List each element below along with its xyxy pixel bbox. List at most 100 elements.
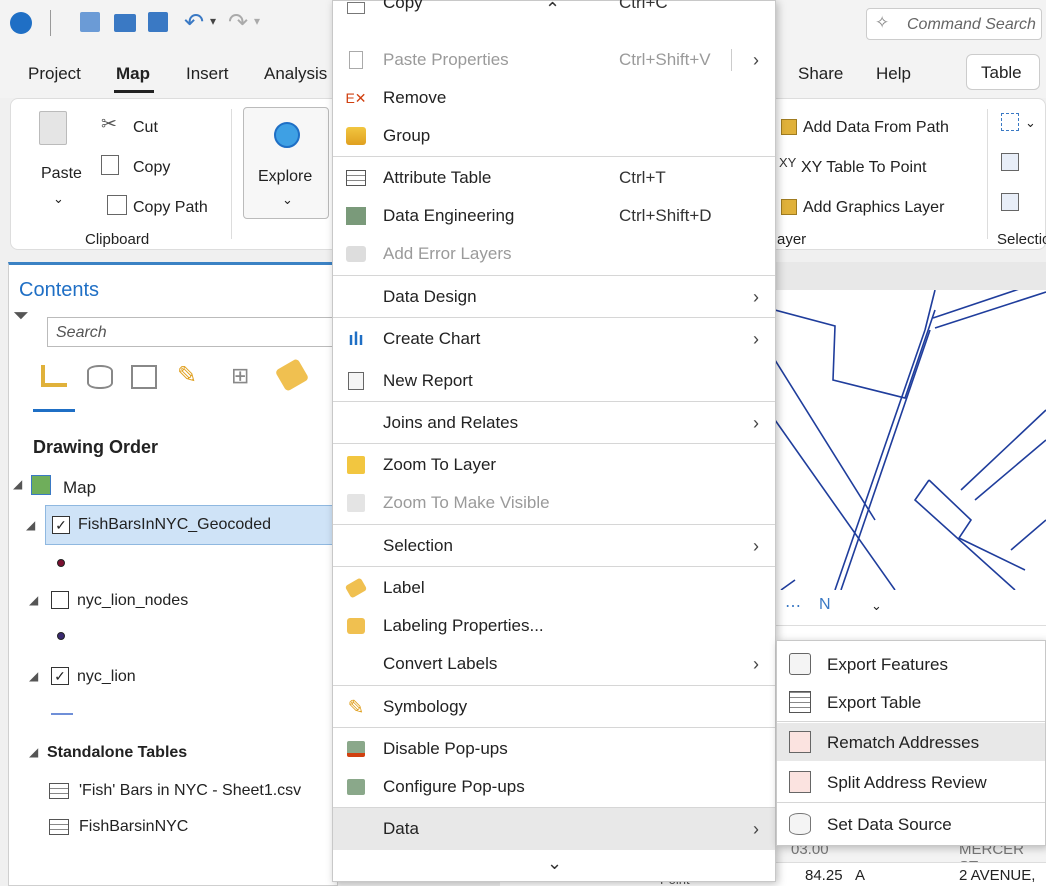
search-placeholder: Search	[56, 324, 107, 341]
menu-item-zoom-to-layer[interactable]: Zoom To Layer	[333, 446, 775, 484]
menu-item-data-engineering[interactable]: Data Engineering Ctrl+Shift+D	[333, 197, 775, 235]
expand-icon[interactable]: ◢	[13, 477, 22, 491]
new-project-icon[interactable]	[80, 12, 100, 32]
paste-button[interactable]: Paste	[41, 165, 82, 183]
menu-item-label: Disable Pop-ups	[383, 739, 508, 758]
menu-item-labeling-properties[interactable]: Labeling Properties...	[333, 607, 775, 645]
submenu-item-split-address-review[interactable]: Split Address Review	[777, 763, 1045, 801]
copy-button[interactable]: Copy	[133, 159, 170, 177]
menu-item-label: Group	[383, 126, 431, 145]
submenu-item-rematch-addresses[interactable]: Rematch Addresses	[777, 723, 1045, 761]
expand-icon[interactable]: ◢	[29, 745, 38, 759]
table-tool-icon[interactable]: ⋯	[785, 596, 801, 616]
menu-item-label: Remove	[383, 88, 447, 107]
list-by-labeling-icon[interactable]	[274, 358, 310, 392]
standalone-table-name[interactable]: FishBarsinNYC	[79, 818, 188, 836]
menu-item-create-chart[interactable]: ılı Create Chart ›	[333, 320, 775, 358]
menu-item-remove[interactable]: E✕ Remove	[333, 79, 775, 117]
menu-item-data[interactable]: Data ›	[333, 808, 775, 850]
tab-map[interactable]: Map	[116, 64, 150, 84]
street-line	[1010, 519, 1046, 551]
list-by-snapping-icon[interactable]: ⊞	[231, 363, 249, 389]
select-icon[interactable]	[1001, 113, 1019, 131]
menu-item-disable-popups[interactable]: Disable Pop-ups	[333, 730, 775, 768]
list-by-selection-icon[interactable]	[131, 365, 157, 389]
tab-share[interactable]: Share	[798, 64, 843, 84]
table-row[interactable]: 84.25 A 2 AVENUE, 1	[775, 862, 1046, 886]
map-label[interactable]: Map	[63, 478, 96, 498]
menu-item-label: Joins and Relates	[383, 413, 519, 432]
table-cell: 84.25	[805, 867, 843, 884]
layer-group-label: ayer	[777, 231, 807, 248]
layer-row-fishbars[interactable]: ◢ ✓ FishBarsInNYC_Geocoded	[26, 505, 341, 545]
sparkle-icon: ✧	[875, 13, 890, 32]
contents-pane: Contents ⏷ Search ✎ ⊞ Drawing Order ◢ Ma…	[8, 262, 347, 886]
table-tool-dropdown-icon[interactable]: ⌄	[871, 598, 882, 614]
submenu-item-export-table[interactable]: Export Table	[777, 683, 1045, 721]
open-project-icon[interactable]	[114, 14, 136, 32]
select-by-attributes-icon[interactable]	[1001, 153, 1019, 171]
standalone-table-name[interactable]: 'Fish' Bars in NYC - Sheet1.csv	[79, 782, 301, 800]
layer-checkbox[interactable]	[51, 591, 69, 609]
menu-item-add-error-layers[interactable]: Add Error Layers	[333, 235, 775, 273]
filter-icon[interactable]: ⏷	[13, 305, 29, 328]
redo-dropdown-icon[interactable]: ▾	[254, 14, 260, 28]
command-search[interactable]: ✧ Command Search	[866, 8, 1042, 40]
undo-icon[interactable]: ↶	[184, 8, 204, 37]
list-by-source-icon[interactable]	[87, 365, 113, 389]
menu-item-convert-labels[interactable]: Convert Labels ›	[333, 645, 775, 683]
menu-item-copy[interactable]: Copy Ctrl+C	[333, 0, 775, 27]
expand-icon[interactable]: ◢	[26, 518, 35, 532]
table-cell: 2 AVENUE, 1	[959, 867, 1036, 886]
tab-table[interactable]: Table	[966, 54, 1040, 90]
submenu-item-export-features[interactable]: Export Features	[777, 645, 1045, 683]
save-project-icon[interactable]	[148, 12, 168, 32]
cut-button[interactable]: Cut	[133, 119, 158, 137]
submenu-arrow-icon: ›	[753, 818, 759, 839]
menu-item-label[interactable]: Label	[333, 569, 775, 607]
list-by-editing-icon[interactable]: ✎	[177, 361, 197, 390]
menu-item-selection[interactable]: Selection ›	[333, 527, 775, 565]
map-view[interactable]	[774, 279, 1046, 591]
menu-item-configure-popups[interactable]: Configure Pop-ups	[333, 768, 775, 806]
menu-item-attribute-table[interactable]: Attribute Table Ctrl+T	[333, 159, 775, 197]
expand-icon[interactable]: ◢	[29, 669, 38, 683]
tab-project[interactable]: Project	[28, 64, 81, 84]
menu-item-zoom-to-make-visible[interactable]: Zoom To Make Visible	[333, 484, 775, 522]
contents-search-input[interactable]: Search	[47, 317, 347, 347]
list-by-drawing-order-icon[interactable]	[41, 365, 67, 387]
paste-properties-icon	[345, 49, 367, 71]
select-dropdown-icon[interactable]: ⌄	[1025, 115, 1036, 131]
layer-name[interactable]: nyc_lion_nodes	[77, 592, 188, 610]
layer-checkbox[interactable]: ✓	[52, 516, 70, 534]
layer-context-menu: ⌃ Copy Ctrl+C Paste Properties Ctrl+Shif…	[332, 0, 776, 882]
tab-insert[interactable]: Insert	[186, 64, 229, 84]
undo-dropdown-icon[interactable]: ▾	[210, 14, 216, 28]
point-symbol-icon	[57, 632, 65, 640]
xy-table-to-point-button[interactable]: XY Table To Point	[801, 159, 926, 177]
menu-item-symbology[interactable]: ✎ Symbology	[333, 688, 775, 726]
menu-item-paste-properties[interactable]: Paste Properties Ctrl+Shift+V ›	[333, 41, 775, 79]
redo-icon[interactable]: ↷	[228, 8, 248, 37]
select-by-location-icon[interactable]	[1001, 193, 1019, 211]
tab-help[interactable]: Help	[876, 64, 911, 84]
expand-icon[interactable]: ◢	[29, 593, 38, 607]
layer-checkbox[interactable]: ✓	[51, 667, 69, 685]
tab-analysis[interactable]: Analysis	[264, 64, 327, 84]
paste-dropdown-icon[interactable]: ⌄	[53, 191, 64, 207]
command-search-placeholder: Command Search	[907, 16, 1036, 33]
submenu-item-set-data-source[interactable]: Set Data Source	[777, 805, 1045, 843]
add-graphics-layer-button[interactable]: Add Graphics Layer	[803, 199, 944, 217]
add-data-from-path-button[interactable]: Add Data From Path	[803, 119, 949, 137]
standalone-tables-heading: Standalone Tables	[47, 744, 188, 761]
menu-item-group[interactable]: Group	[333, 117, 775, 155]
explore-button[interactable]: Explore ⌄	[243, 107, 329, 219]
menu-item-new-report[interactable]: New Report	[333, 362, 775, 400]
menu-item-data-design[interactable]: Data Design ›	[333, 278, 775, 316]
table-tool-icon[interactable]: N	[819, 596, 831, 614]
menu-item-label: Attribute Table	[383, 168, 492, 187]
copy-path-button[interactable]: Copy Path	[133, 199, 208, 217]
layer-name[interactable]: nyc_lion	[77, 668, 136, 686]
menu-item-joins-and-relates[interactable]: Joins and Relates ›	[333, 404, 775, 442]
scroll-down-icon[interactable]: ⌄	[547, 853, 562, 874]
